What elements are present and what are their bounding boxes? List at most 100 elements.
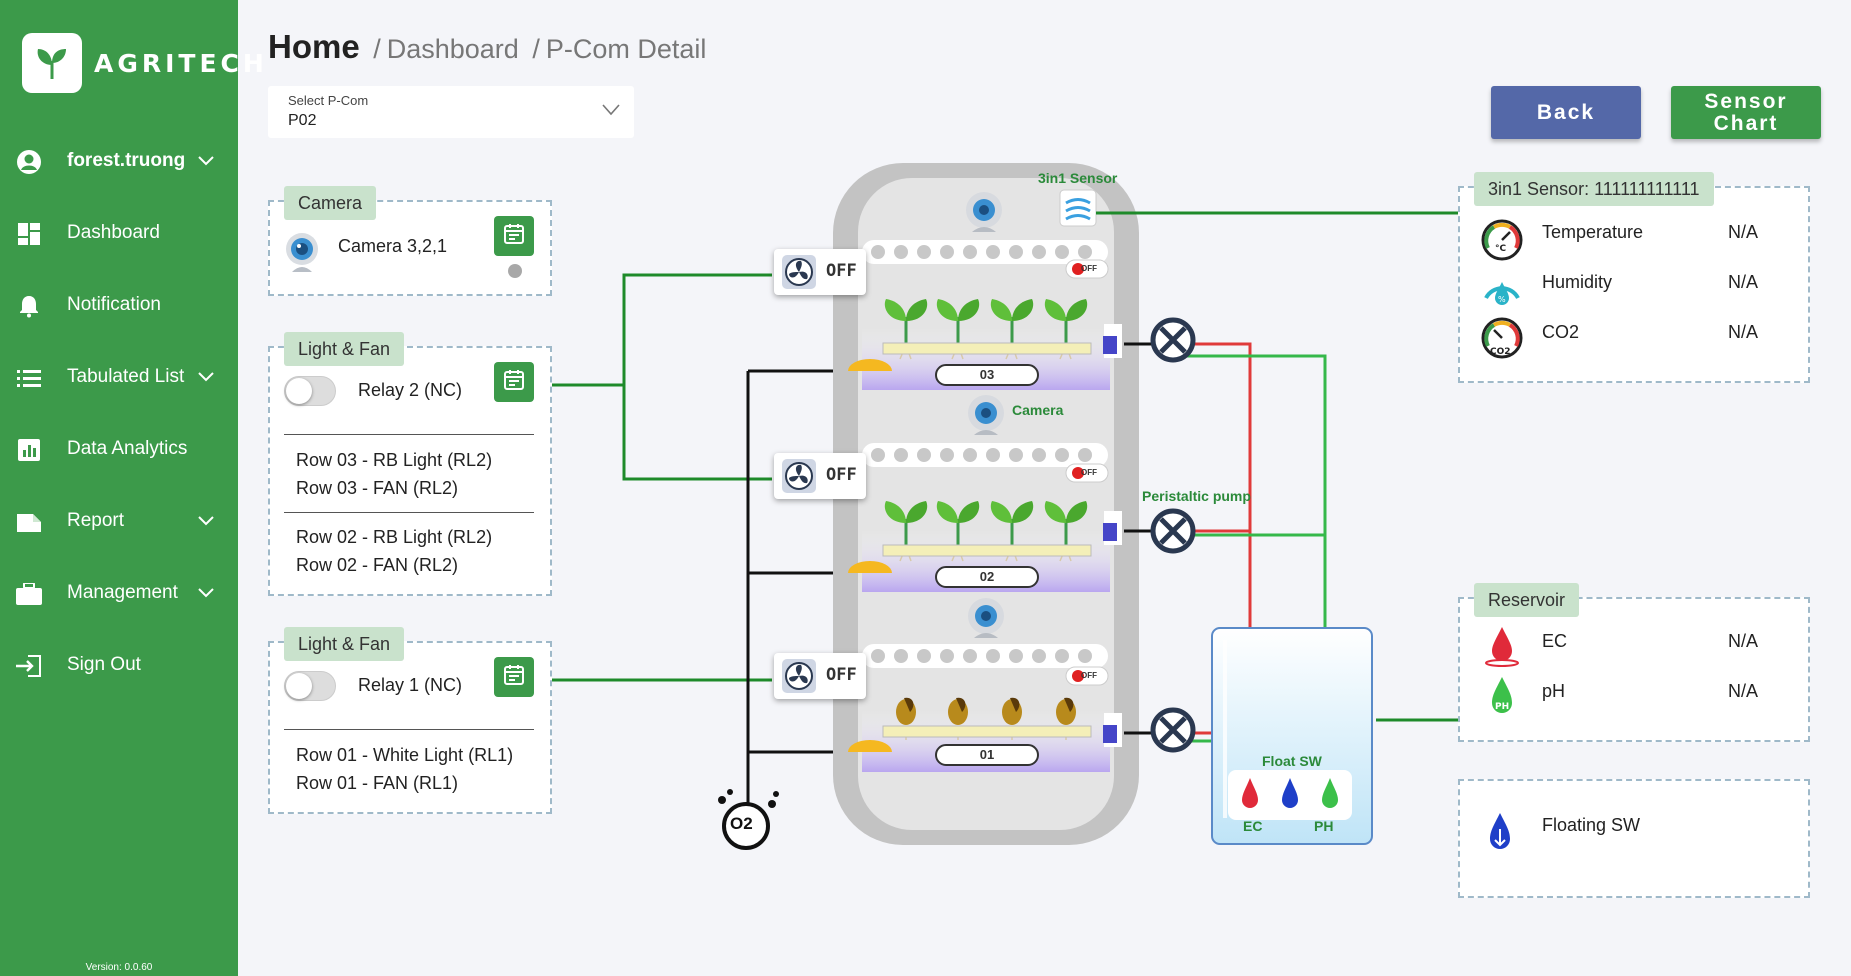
document-icon bbox=[16, 509, 42, 535]
relay1-panel-tag: Light & Fan bbox=[284, 627, 405, 661]
led-dot bbox=[871, 448, 885, 462]
relay1-panel: Light & Fan Relay 1 (NC) Row 01 - White … bbox=[268, 627, 552, 814]
relay1-toggle[interactable] bbox=[284, 671, 336, 701]
humidity-label: Humidity bbox=[1542, 272, 1613, 292]
sidebar-item-tabulated-list[interactable]: Tabulated List bbox=[0, 352, 238, 402]
sidebar-item-label: Notification bbox=[67, 294, 161, 315]
mini-state-01: OFF bbox=[1081, 671, 1097, 680]
chevron-down-icon bbox=[198, 369, 214, 387]
svg-text:PH: PH bbox=[1495, 702, 1509, 712]
calendar-button[interactable] bbox=[494, 216, 534, 256]
pcom-select-label: Select P-Com bbox=[288, 93, 369, 108]
breadcrumb-home[interactable]: Home bbox=[268, 28, 360, 65]
app-logo[interactable]: AGRITECH bbox=[22, 33, 268, 93]
fan-state: OFF bbox=[826, 261, 857, 281]
thermometer-icon: °C bbox=[1480, 218, 1524, 267]
pcom-select-value: P02 bbox=[288, 112, 317, 129]
led-dot bbox=[1009, 245, 1023, 259]
relay2-row: Row 02 - RB Light (RL2) bbox=[296, 527, 493, 547]
sidebar-item-notification[interactable]: Notification bbox=[0, 280, 238, 330]
ec-tank-label: EC bbox=[1243, 818, 1263, 834]
tray-02 bbox=[882, 544, 1092, 557]
led-dot bbox=[986, 448, 1000, 462]
divider bbox=[284, 729, 534, 730]
calendar-icon bbox=[503, 664, 525, 691]
camera-status-dot bbox=[508, 264, 522, 278]
led-dot bbox=[1009, 448, 1023, 462]
calendar-icon bbox=[503, 369, 525, 396]
float-sw-label: Float SW bbox=[1262, 753, 1322, 769]
led-dot bbox=[940, 245, 954, 259]
chevron-down-icon bbox=[602, 103, 620, 121]
tray-01 bbox=[882, 725, 1092, 738]
ph-tank-label: PH bbox=[1314, 818, 1334, 834]
ec-value: N/A bbox=[1728, 631, 1759, 651]
led-dot bbox=[940, 448, 954, 462]
leaf-icon bbox=[22, 33, 82, 93]
sidebar-item-dashboard[interactable]: Dashboard bbox=[0, 208, 238, 258]
led-dot bbox=[1078, 649, 1092, 663]
sidebar-item-label: Data Analytics bbox=[67, 438, 188, 459]
ph-value: N/A bbox=[1728, 681, 1759, 701]
svg-text:CO2: CO2 bbox=[1490, 347, 1511, 357]
user-menu[interactable]: forest.truong bbox=[0, 136, 238, 186]
fan-control-03[interactable]: OFF bbox=[774, 249, 866, 295]
ec-label: EC bbox=[1542, 631, 1568, 651]
temperature-label: Temperature bbox=[1542, 222, 1644, 242]
sidebar-item-data-analytics[interactable]: Data Analytics bbox=[0, 424, 238, 474]
relay1-row: Row 01 - FAN (RL1) bbox=[296, 773, 459, 793]
led-dot bbox=[963, 649, 977, 663]
fan-control-02[interactable]: OFF bbox=[774, 453, 866, 499]
camera-diagram-label: Camera bbox=[1012, 402, 1064, 418]
led-dot bbox=[1055, 448, 1069, 462]
sign-out-icon bbox=[16, 653, 42, 679]
dashboard-icon bbox=[16, 221, 42, 247]
led-dot bbox=[1009, 649, 1023, 663]
relay2-wiring bbox=[552, 273, 772, 481]
valve-02-icon[interactable] bbox=[1150, 508, 1196, 554]
breadcrumb-dashboard[interactable]: Dashboard bbox=[387, 34, 519, 64]
co2-value: N/A bbox=[1728, 322, 1759, 342]
sensor-panel-tag: 3in1 Sensor: 111111111111 bbox=[1474, 172, 1714, 206]
sidebar-item-report[interactable]: Report bbox=[0, 496, 238, 546]
camera-name: Camera 3,2,1 bbox=[338, 236, 448, 256]
svg-text:%: % bbox=[1498, 295, 1506, 304]
co2-label: CO2 bbox=[1542, 322, 1580, 342]
divider bbox=[284, 434, 534, 435]
led-dot bbox=[1078, 245, 1092, 259]
relay2-label: Relay 2 (NC) bbox=[358, 380, 463, 400]
led-dot bbox=[1032, 245, 1046, 259]
webcam-icon bbox=[284, 232, 320, 279]
relay2-panel-tag: Light & Fan bbox=[284, 332, 405, 366]
led-dot bbox=[1055, 649, 1069, 663]
camera-panel: Camera Camera 3,2,1 bbox=[268, 186, 552, 296]
led-dot bbox=[894, 649, 908, 663]
valve-01-icon[interactable] bbox=[1150, 707, 1196, 753]
floating-sw-label: Floating SW bbox=[1542, 815, 1641, 835]
floating-panel: Floating SW bbox=[1458, 779, 1810, 898]
fan-icon bbox=[781, 458, 817, 499]
sidebar-item-label: Dashboard bbox=[67, 222, 160, 243]
pump-diagram-label: Peristaltic pump bbox=[1142, 488, 1251, 504]
calendar-button[interactable] bbox=[494, 362, 534, 402]
chevron-down-icon bbox=[198, 585, 214, 603]
row-badge-03: 03 bbox=[935, 364, 1039, 386]
calendar-icon bbox=[503, 223, 525, 250]
sensor-chart-button[interactable]: Sensor Chart bbox=[1671, 86, 1821, 139]
row-badge-02: 02 bbox=[935, 566, 1039, 588]
relay2-toggle[interactable] bbox=[284, 376, 336, 406]
led-dot bbox=[1078, 448, 1092, 462]
fan-state: OFF bbox=[826, 465, 857, 485]
valve-03-icon[interactable] bbox=[1150, 317, 1196, 363]
sidebar-item-label: Sign Out bbox=[67, 654, 141, 675]
breadcrumb-separator: / bbox=[532, 34, 540, 64]
pcom-select[interactable]: Select P-Com P02 bbox=[268, 86, 634, 138]
tray-03 bbox=[882, 342, 1092, 355]
fan-control-01[interactable]: OFF bbox=[774, 653, 866, 699]
calendar-button[interactable] bbox=[494, 657, 534, 697]
fan-state: OFF bbox=[826, 665, 857, 685]
chevron-down-icon bbox=[198, 153, 214, 171]
sidebar-item-sign-out[interactable]: Sign Out bbox=[0, 640, 238, 690]
back-button[interactable]: Back bbox=[1491, 86, 1641, 139]
sidebar-item-management[interactable]: Management bbox=[0, 568, 238, 618]
